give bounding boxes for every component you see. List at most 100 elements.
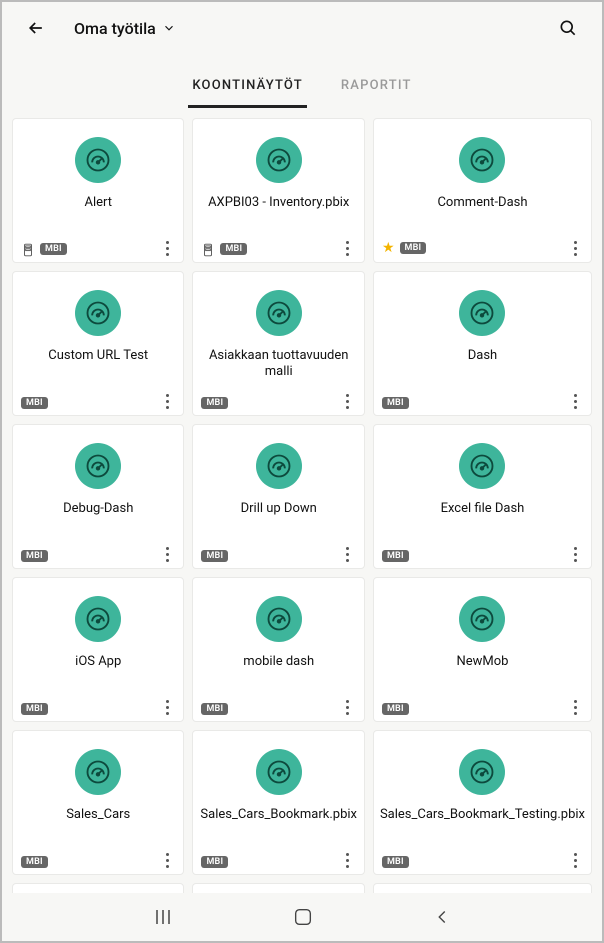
star-icon: ★: [382, 240, 395, 256]
search-icon: [558, 18, 578, 38]
card-title: NewMob: [450, 654, 514, 670]
dashboard-card[interactable]: Excel file Dash MBI: [373, 424, 592, 569]
card-more-button[interactable]: [565, 238, 585, 258]
card-footer: MBI: [21, 703, 177, 715]
back-nav-button[interactable]: [431, 906, 453, 928]
workspace-label: Oma työtila: [74, 19, 156, 38]
card-title: Custom URL Test: [42, 348, 154, 364]
mbi-badge: MBI: [201, 856, 228, 868]
content-area: Alert MBI AXPBI03 - Inventory.pbix MBI Comme…: [2, 108, 602, 893]
chevron-down-icon: [162, 21, 176, 35]
card-more-button[interactable]: [157, 544, 177, 564]
gauge-icon: [75, 290, 121, 336]
gauge-icon: [459, 596, 505, 642]
gauge-icon: [256, 290, 302, 336]
dashboard-card[interactable]: Custom URL Test MBI: [12, 271, 184, 416]
card-more-button[interactable]: [565, 697, 585, 717]
gauge-icon: [256, 443, 302, 489]
dashboard-card[interactable]: Sales_Cars_Bookmark_Testing.pbixMBI: [373, 730, 592, 875]
card-more-button[interactable]: [338, 850, 358, 870]
card-more-button[interactable]: [157, 391, 177, 411]
dashboard-grid: Alert MBI AXPBI03 - Inventory.pbix MBI Comme…: [12, 118, 592, 893]
card-title: mobile dash: [237, 654, 320, 670]
card-more-button[interactable]: [565, 850, 585, 870]
back-nav-icon: [431, 906, 453, 928]
card-footer: MBI: [21, 856, 177, 868]
card-footer: MBI: [382, 397, 585, 409]
mbi-badge: MBI: [21, 856, 48, 868]
mbi-badge: MBI: [21, 397, 48, 409]
dashboard-card[interactable]: DashMBI: [373, 271, 592, 416]
dashboard-card[interactable]: [12, 883, 184, 893]
dashboard-card[interactable]: NewMob MBI: [373, 577, 592, 722]
back-button[interactable]: [22, 14, 50, 42]
gauge-icon: [75, 596, 121, 642]
phone-layout-icon: [201, 242, 215, 256]
card-more-button[interactable]: [565, 391, 585, 411]
dashboard-card[interactable]: mobile dashMBI: [192, 577, 364, 722]
home-button[interactable]: [292, 906, 314, 928]
dashboard-card[interactable]: [192, 883, 364, 893]
card-more-button[interactable]: [565, 544, 585, 564]
mbi-badge: MBI: [21, 550, 48, 562]
mbi-badge: MBI: [40, 243, 67, 255]
card-footer: ★MBI: [382, 240, 585, 256]
tab-bar: KOONTINÄYTÖT RAPORTIT: [2, 50, 602, 108]
card-more-button[interactable]: [338, 544, 358, 564]
dashboard-card[interactable]: Alert MBI: [12, 118, 184, 263]
gauge-icon: [459, 290, 505, 336]
dashboard-card[interactable]: [373, 883, 592, 893]
recent-icon: [151, 905, 175, 929]
dashboard-card[interactable]: Asiakkaan tuottavuuden malli MBI: [192, 271, 364, 416]
card-title: Alert: [78, 195, 118, 211]
card-footer: MBI: [21, 242, 177, 256]
mbi-badge: MBI: [382, 856, 409, 868]
card-title: Sales_Cars_Bookmark.pbix: [194, 807, 363, 823]
card-more-button[interactable]: [338, 697, 358, 717]
card-more-button[interactable]: [338, 391, 358, 411]
gauge-icon: [75, 749, 121, 795]
card-more-button[interactable]: [157, 697, 177, 717]
gauge-icon: [256, 749, 302, 795]
card-title: Drill up Down: [235, 501, 323, 517]
back-arrow-icon: [26, 18, 46, 38]
card-title: AXPBI03 - Inventory.pbix: [202, 195, 355, 211]
dashboard-card[interactable]: iOS App MBI: [12, 577, 184, 722]
system-navbar: [2, 893, 602, 941]
gauge-icon: [459, 443, 505, 489]
gauge-icon: [75, 137, 121, 183]
tab-dashboards[interactable]: KOONTINÄYTÖT: [188, 70, 307, 108]
card-more-button[interactable]: [338, 238, 358, 258]
mbi-badge: MBI: [201, 397, 228, 409]
card-footer: MBI: [201, 856, 357, 868]
dashboard-card[interactable]: Debug-DashMBI: [12, 424, 184, 569]
tab-reports[interactable]: RAPORTIT: [337, 70, 416, 108]
dashboard-card[interactable]: AXPBI03 - Inventory.pbix MBI: [192, 118, 364, 263]
gauge-icon: [256, 137, 302, 183]
workspace-dropdown[interactable]: Oma työtila: [74, 19, 176, 38]
card-more-button[interactable]: [157, 850, 177, 870]
gauge-icon: [459, 137, 505, 183]
search-button[interactable]: [554, 14, 582, 42]
dashboard-card[interactable]: Drill up Down MBI: [192, 424, 364, 569]
home-icon: [292, 906, 314, 928]
card-footer: MBI: [21, 550, 177, 562]
card-footer: MBI: [382, 550, 585, 562]
mbi-badge: MBI: [220, 243, 247, 255]
card-title: Asiakkaan tuottavuuden malli: [193, 348, 363, 381]
mbi-badge: MBI: [382, 550, 409, 562]
mbi-badge: MBI: [382, 703, 409, 715]
dashboard-card[interactable]: Comment-Dash★MBI: [373, 118, 592, 263]
recent-apps-button[interactable]: [151, 905, 175, 929]
gauge-icon: [459, 749, 505, 795]
card-footer: MBI: [201, 550, 357, 562]
dashboard-card[interactable]: Sales_Cars_Bookmark.pbix MBI: [192, 730, 364, 875]
gauge-icon: [256, 596, 302, 642]
card-title: Excel file Dash: [435, 501, 531, 517]
dashboard-card[interactable]: Sales_Cars MBI: [12, 730, 184, 875]
card-more-button[interactable]: [157, 238, 177, 258]
card-footer: MBI: [382, 703, 585, 715]
card-footer: MBI: [21, 397, 177, 409]
card-title: iOS App: [69, 654, 127, 670]
card-title: Sales_Cars: [60, 807, 136, 823]
